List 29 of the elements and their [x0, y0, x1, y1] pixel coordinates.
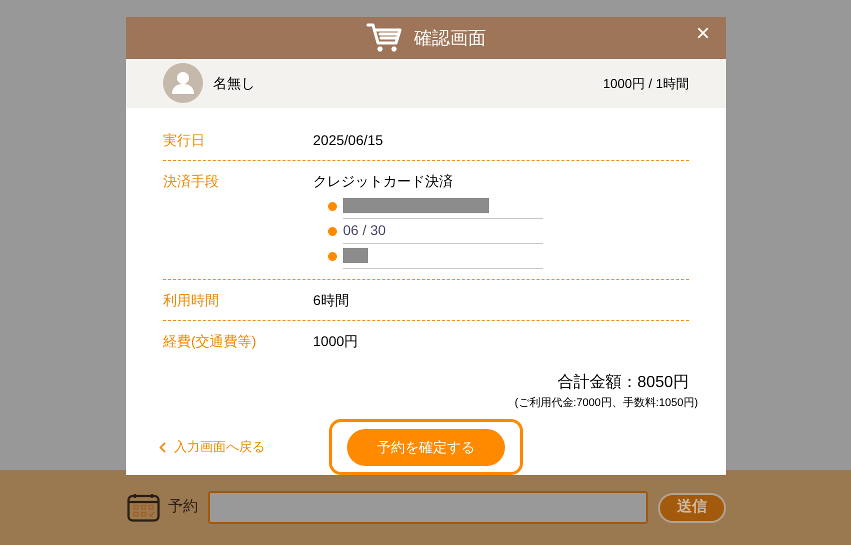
field-value: 1000円	[313, 332, 358, 350]
field-value: クレジットカード決済	[313, 172, 454, 190]
cart-icon	[366, 23, 402, 54]
hourly-rate: 1000円 / 1時間	[603, 74, 689, 93]
redaction-bar	[343, 248, 368, 263]
chevron-left-icon	[159, 442, 166, 452]
send-button[interactable]: 送信	[658, 492, 726, 522]
calendar-icon	[127, 493, 160, 522]
price-breakdown: (ご利用代金:7000円、手数料:1050円)	[514, 396, 698, 410]
user-name: 名無し	[213, 74, 255, 93]
back-link[interactable]: 入力画面へ戻る	[159, 437, 329, 457]
field-label: 経費(交通費等)	[163, 332, 258, 351]
close-button[interactable]: ×	[696, 22, 710, 46]
total-amount: 合計金額：8050円	[557, 372, 689, 392]
bullet-icon	[328, 226, 337, 236]
bottom-label: 予約	[168, 497, 198, 518]
field-value: 2025/06/15	[313, 130, 384, 150]
field-label: 実行日	[163, 130, 206, 150]
bullet-icon	[328, 202, 337, 210]
field-label: 決済手段	[163, 172, 220, 190]
card-input-field[interactable]: 06 / 30	[343, 218, 543, 244]
avatar-icon	[163, 63, 203, 104]
bullet-icon	[328, 252, 337, 260]
field-label: 利用時間	[163, 290, 220, 310]
reservation-input-field[interactable]	[208, 491, 648, 524]
field-value: 6時間	[313, 290, 349, 310]
dialog-title: 確認画面	[414, 26, 486, 50]
confirm-button[interactable]: 予約を確定する	[347, 428, 505, 466]
back-link-text[interactable]: 入力画面へ戻る	[174, 437, 265, 457]
